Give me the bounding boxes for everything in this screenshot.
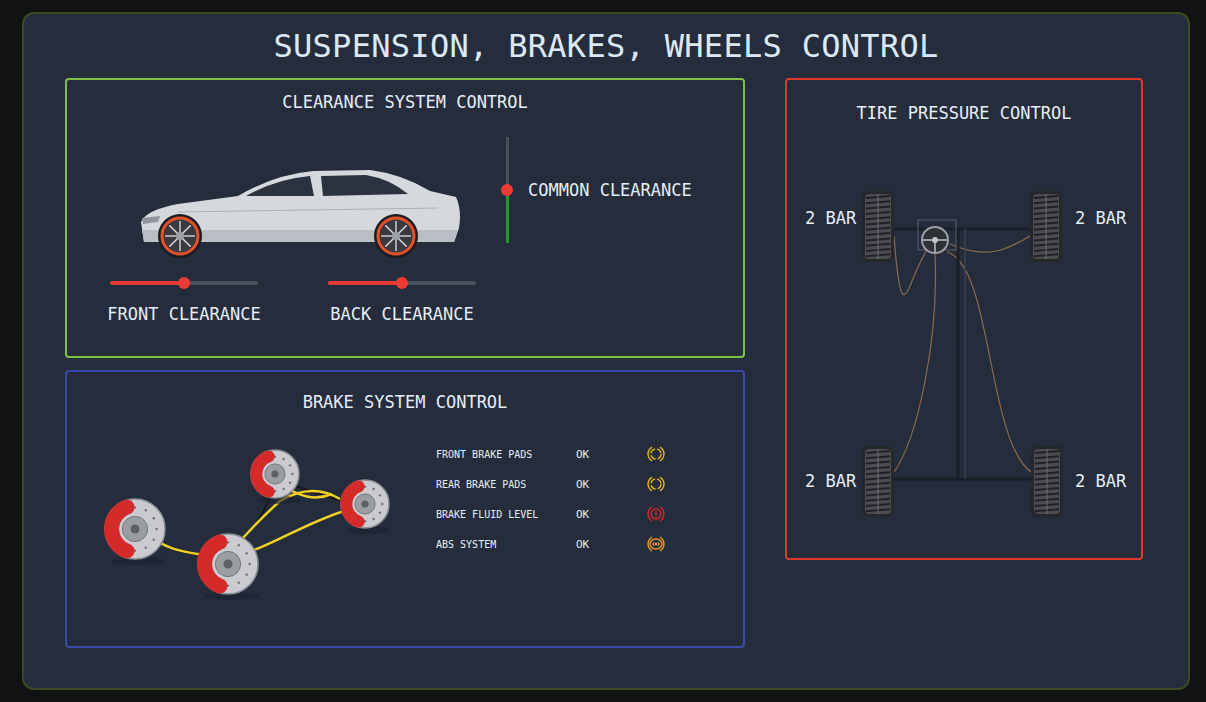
tire-pressure-label: 2 BAR: [1075, 471, 1126, 491]
slider-thumb[interactable]: [178, 277, 190, 289]
device-frame: SUSPENSION, BRAKES, WHEELS CONTROLCLEARA…: [0, 0, 1206, 702]
car-icon: [138, 160, 462, 260]
brake-status-list: FRONT BRAKE PADSOKREAR BRAKE PADSOKBRAKE…: [436, 439, 671, 559]
status-indicator: [645, 535, 667, 553]
control-screen: SUSPENSION, BRAKES, WHEELS CONTROLCLEARA…: [22, 12, 1190, 690]
brake-item-label: FRONT BRAKE PADS: [436, 449, 576, 460]
brake-item-status: OK: [576, 448, 645, 461]
vertical-slider-track[interactable]: [501, 137, 513, 243]
panel-title: TIRE PRESSURE CONTROL: [787, 80, 1141, 123]
brake-item-label: REAR BRAKE PADS: [436, 479, 576, 490]
clearance-slider: BACK CLEARANCE: [322, 277, 482, 324]
pads-warning-icon: [645, 445, 667, 463]
panel-title: BRAKE SYSTEM CONTROL: [67, 372, 743, 412]
tire-pressure-label: 2 BAR: [1075, 208, 1126, 228]
pads-warning-icon: [645, 475, 667, 493]
status-indicator: [645, 475, 667, 493]
fluid-warning-icon: [645, 505, 667, 523]
brake-item-label: ABS SYSTEM: [436, 539, 576, 550]
tire-icon: [862, 446, 894, 517]
status-indicator: [645, 505, 667, 523]
vertical-slider-fill: [506, 190, 509, 243]
brake-item-label: BRAKE FLUID LEVEL: [436, 509, 576, 520]
slider-fill: [328, 281, 402, 285]
tire-diagram: 2 BAR 2 BAR 2 BAR 2 BAR: [787, 140, 1141, 540]
car-wheel-icon: [374, 214, 418, 258]
car-picture: [138, 160, 462, 260]
tire-pressure-label: 2 BAR: [805, 208, 856, 228]
brake-diagram: [100, 439, 400, 604]
brake-disc-icon: [341, 480, 391, 534]
tire-panel: TIRE PRESSURE CONTROL2 BAR2 BAR2 BAR2 BA…: [785, 78, 1143, 560]
tire-icon: [1031, 446, 1063, 517]
tire-pressure-label: 2 BAR: [805, 471, 856, 491]
slider-row: FRONT CLEARANCE BACK CLEARANCE: [104, 277, 482, 324]
slider-thumb[interactable]: [396, 277, 408, 289]
slider-track[interactable]: [110, 277, 258, 289]
car-wheel-icon: [158, 214, 202, 258]
car-column: FRONT CLEARANCE BACK CLEARANCE: [104, 137, 482, 324]
status-indicator: [645, 445, 667, 463]
slider-label: BACK CLEARANCE: [330, 304, 473, 324]
slider-fill: [110, 281, 184, 285]
page-title: SUSPENSION, BRAKES, WHEELS CONTROL: [65, 14, 1147, 78]
tire-icon: [862, 191, 894, 262]
brake-item-status: OK: [576, 478, 645, 491]
clearance-body: FRONT CLEARANCE BACK CLEARANCE COMMON CLEA…: [67, 137, 743, 324]
vertical-slider-thumb[interactable]: [501, 184, 513, 196]
common-clearance: COMMON CLEARANCE: [501, 137, 692, 243]
brake-panel: BRAKE SYSTEM CONTROLFRONT BRAKE PADSOKRE…: [65, 370, 745, 648]
clearance-slider: FRONT CLEARANCE: [104, 277, 264, 324]
brake-disc-icon: [251, 450, 301, 504]
tire-icon: [1030, 191, 1062, 262]
panel-title: CLEARANCE SYSTEM CONTROL: [67, 80, 743, 112]
panels-grid: CLEARANCE SYSTEM CONTROL FRONT CLEARANCE B…: [65, 78, 1147, 648]
clearance-panel: CLEARANCE SYSTEM CONTROL FRONT CLEARANCE B…: [65, 78, 745, 358]
brake-diagram-icon: [100, 439, 400, 604]
slider-label: FRONT CLEARANCE: [107, 304, 261, 324]
brake-body: FRONT BRAKE PADSOKREAR BRAKE PADSOKBRAKE…: [67, 439, 743, 604]
abs-warning-icon: [645, 535, 667, 553]
left-column: CLEARANCE SYSTEM CONTROL FRONT CLEARANCE B…: [65, 78, 745, 648]
brake-item-status: OK: [576, 508, 645, 521]
brake-item-status: OK: [576, 538, 645, 551]
slider-track[interactable]: [328, 277, 476, 289]
slider-label: COMMON CLEARANCE: [528, 180, 692, 200]
brake-disc-icon: [105, 499, 166, 565]
brake-disc-icon: [198, 534, 259, 600]
